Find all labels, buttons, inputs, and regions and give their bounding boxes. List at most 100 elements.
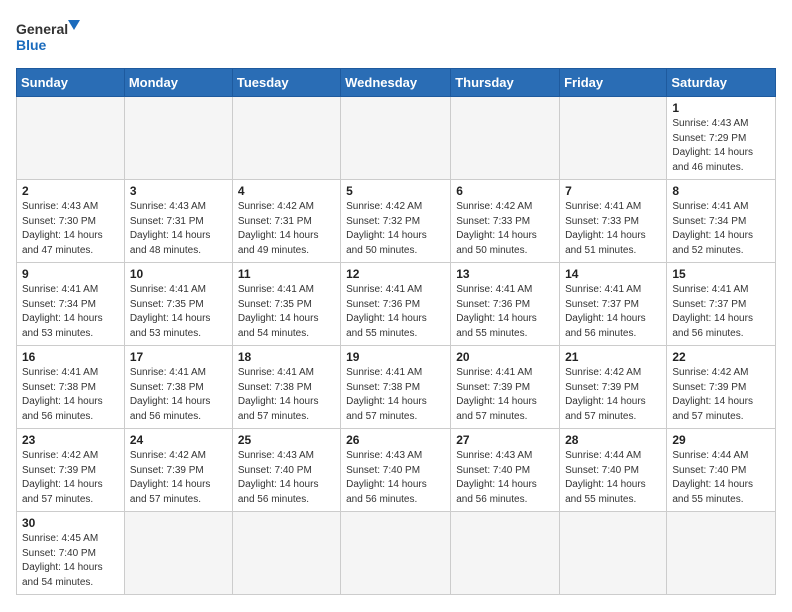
day-info: Sunrise: 4:41 AM Sunset: 7:38 PM Dayligh… [346, 366, 445, 424]
day-number: 14 [565, 267, 661, 281]
calendar-cell: 10Sunrise: 4:41 AM Sunset: 7:35 PM Dayli… [124, 263, 232, 346]
calendar-cell: 19Sunrise: 4:41 AM Sunset: 7:38 PM Dayli… [341, 346, 451, 429]
day-number: 7 [565, 184, 661, 198]
page-header: GeneralBlue [16, 16, 776, 58]
day-info: Sunrise: 4:41 AM Sunset: 7:34 PM Dayligh… [672, 200, 770, 258]
calendar-cell: 3 Sunrise: 4:43 AM Sunset: 7:31 PM Daylig… [124, 180, 232, 263]
day-info: Sunrise: 4:44 AM Sunset: 7:40 PM Dayligh… [565, 449, 661, 507]
calendar-cell: 20 Sunrise: 4:41 AM Sunset: 7:39 PM Dayli… [451, 346, 560, 429]
calendar-cell: 22 Sunrise: 4:42 AM Sunset: 7:39 PM Dayli… [667, 346, 776, 429]
day-info: Sunrise: 4:43 AM Sunset: 7:40 PM Dayligh… [346, 449, 445, 507]
day-info: Sunrise: 4:41 AM Sunset: 7:33 PM Dayligh… [565, 200, 661, 258]
calendar-cell [560, 512, 667, 595]
day-number: 5 [346, 184, 445, 198]
day-info: Sunrise: 4:41 AM Sunset: 7:35 PM Dayligh… [238, 283, 335, 341]
calendar-cell: 26 Sunrise: 4:43 AM Sunset: 7:40 PM Dayli… [341, 429, 451, 512]
calendar-cell [17, 97, 125, 180]
day-number: 26 [346, 433, 445, 447]
day-number: 20 [456, 350, 554, 364]
calendar-cell [341, 97, 451, 180]
day-info: Sunrise: 4:44 AM Sunset: 7:40 PM Dayligh… [672, 449, 770, 507]
svg-text:Blue: Blue [16, 37, 47, 53]
calendar-week-row: 9 Sunrise: 4:41 AM Sunset: 7:34 PM Daylig… [17, 263, 776, 346]
calendar-header-row: SundayMondayTuesdayWednesdayThursdayFrid… [17, 69, 776, 97]
calendar-header-monday: Monday [124, 69, 232, 97]
day-number: 22 [672, 350, 770, 364]
calendar-cell: 21Sunrise: 4:42 AM Sunset: 7:39 PM Dayli… [560, 346, 667, 429]
calendar-cell: 11 Sunrise: 4:41 AM Sunset: 7:35 PM Dayli… [232, 263, 340, 346]
day-number: 28 [565, 433, 661, 447]
calendar-cell: 7 Sunrise: 4:41 AM Sunset: 7:33 PM Daylig… [560, 180, 667, 263]
day-info: Sunrise: 4:42 AM Sunset: 7:39 PM Dayligh… [565, 366, 661, 424]
day-number: 6 [456, 184, 554, 198]
day-number: 30 [22, 516, 119, 530]
calendar-cell: 2 Sunrise: 4:43 AM Sunset: 7:30 PM Daylig… [17, 180, 125, 263]
calendar-cell: 23Sunrise: 4:42 AM Sunset: 7:39 PM Dayli… [17, 429, 125, 512]
calendar-cell: 18Sunrise: 4:41 AM Sunset: 7:38 PM Dayli… [232, 346, 340, 429]
day-number: 13 [456, 267, 554, 281]
day-info: Sunrise: 4:41 AM Sunset: 7:38 PM Dayligh… [130, 366, 227, 424]
day-number: 3 [130, 184, 227, 198]
calendar-header-thursday: Thursday [451, 69, 560, 97]
logo: GeneralBlue [16, 16, 86, 58]
day-number: 17 [130, 350, 227, 364]
day-number: 27 [456, 433, 554, 447]
day-info: Sunrise: 4:43 AM Sunset: 7:31 PM Dayligh… [130, 200, 227, 258]
calendar-cell: 13 Sunrise: 4:41 AM Sunset: 7:36 PM Dayli… [451, 263, 560, 346]
calendar-cell: 14 Sunrise: 4:41 AM Sunset: 7:37 PM Dayli… [560, 263, 667, 346]
calendar-cell [560, 97, 667, 180]
calendar-week-row: 16 Sunrise: 4:41 AM Sunset: 7:38 PM Dayli… [17, 346, 776, 429]
day-info: Sunrise: 4:43 AM Sunset: 7:40 PM Dayligh… [238, 449, 335, 507]
day-number: 8 [672, 184, 770, 198]
day-info: Sunrise: 4:41 AM Sunset: 7:39 PM Dayligh… [456, 366, 554, 424]
calendar-cell: 29Sunrise: 4:44 AM Sunset: 7:40 PM Dayli… [667, 429, 776, 512]
calendar-cell: 24 Sunrise: 4:42 AM Sunset: 7:39 PM Dayli… [124, 429, 232, 512]
calendar-header-wednesday: Wednesday [341, 69, 451, 97]
calendar-cell: 28 Sunrise: 4:44 AM Sunset: 7:40 PM Dayli… [560, 429, 667, 512]
calendar-cell: 4 Sunrise: 4:42 AM Sunset: 7:31 PM Daylig… [232, 180, 340, 263]
day-info: Sunrise: 4:41 AM Sunset: 7:34 PM Dayligh… [22, 283, 119, 341]
svg-text:General: General [16, 21, 68, 37]
day-info: Sunrise: 4:41 AM Sunset: 7:37 PM Dayligh… [672, 283, 770, 341]
calendar-cell: 5Sunrise: 4:42 AM Sunset: 7:32 PM Daylig… [341, 180, 451, 263]
calendar-week-row: 30Sunrise: 4:45 AM Sunset: 7:40 PM Dayli… [17, 512, 776, 595]
day-number: 2 [22, 184, 119, 198]
day-info: Sunrise: 4:41 AM Sunset: 7:37 PM Dayligh… [565, 283, 661, 341]
logo-svg: GeneralBlue [16, 16, 86, 58]
calendar-cell: 1Sunrise: 4:43 AM Sunset: 7:29 PM Daylig… [667, 97, 776, 180]
calendar-cell [232, 512, 340, 595]
day-number: 16 [22, 350, 119, 364]
calendar-week-row: 2 Sunrise: 4:43 AM Sunset: 7:30 PM Daylig… [17, 180, 776, 263]
calendar-cell: 25Sunrise: 4:43 AM Sunset: 7:40 PM Dayli… [232, 429, 340, 512]
day-number: 10 [130, 267, 227, 281]
calendar-week-row: 23Sunrise: 4:42 AM Sunset: 7:39 PM Dayli… [17, 429, 776, 512]
day-number: 24 [130, 433, 227, 447]
calendar-cell: 9 Sunrise: 4:41 AM Sunset: 7:34 PM Daylig… [17, 263, 125, 346]
calendar-cell: 12Sunrise: 4:41 AM Sunset: 7:36 PM Dayli… [341, 263, 451, 346]
day-info: Sunrise: 4:41 AM Sunset: 7:36 PM Dayligh… [456, 283, 554, 341]
calendar-cell [232, 97, 340, 180]
day-info: Sunrise: 4:42 AM Sunset: 7:39 PM Dayligh… [22, 449, 119, 507]
day-number: 4 [238, 184, 335, 198]
day-info: Sunrise: 4:41 AM Sunset: 7:38 PM Dayligh… [22, 366, 119, 424]
day-number: 9 [22, 267, 119, 281]
calendar-cell [667, 512, 776, 595]
calendar-header-saturday: Saturday [667, 69, 776, 97]
calendar-header-friday: Friday [560, 69, 667, 97]
calendar-cell: 15 Sunrise: 4:41 AM Sunset: 7:37 PM Dayli… [667, 263, 776, 346]
calendar-cell: 30Sunrise: 4:45 AM Sunset: 7:40 PM Dayli… [17, 512, 125, 595]
day-info: Sunrise: 4:43 AM Sunset: 7:30 PM Dayligh… [22, 200, 119, 258]
day-number: 15 [672, 267, 770, 281]
calendar-cell [124, 97, 232, 180]
day-number: 12 [346, 267, 445, 281]
calendar-cell [451, 512, 560, 595]
day-info: Sunrise: 4:41 AM Sunset: 7:38 PM Dayligh… [238, 366, 335, 424]
calendar-cell: 17 Sunrise: 4:41 AM Sunset: 7:38 PM Dayli… [124, 346, 232, 429]
day-info: Sunrise: 4:43 AM Sunset: 7:40 PM Dayligh… [456, 449, 554, 507]
calendar-cell [341, 512, 451, 595]
day-info: Sunrise: 4:42 AM Sunset: 7:39 PM Dayligh… [672, 366, 770, 424]
day-number: 11 [238, 267, 335, 281]
day-info: Sunrise: 4:42 AM Sunset: 7:39 PM Dayligh… [130, 449, 227, 507]
day-info: Sunrise: 4:42 AM Sunset: 7:31 PM Dayligh… [238, 200, 335, 258]
calendar-cell: 6Sunrise: 4:42 AM Sunset: 7:33 PM Daylig… [451, 180, 560, 263]
